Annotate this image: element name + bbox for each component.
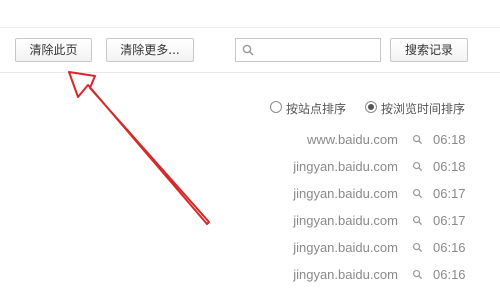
sort-by-time-label: 按浏览时间排序: [381, 102, 466, 116]
history-row[interactable]: jingyan.baidu.com 06:17: [250, 211, 500, 231]
history-domain[interactable]: jingyan.baidu.com: [293, 240, 398, 255]
toolbar-divider: [0, 72, 500, 73]
clear-more-button[interactable]: 清除更多...: [106, 38, 194, 62]
history-time: 06:16: [433, 267, 466, 282]
search-records-button[interactable]: 搜索记录: [390, 38, 468, 62]
search-site-icon[interactable]: [412, 269, 423, 280]
search-site-icon[interactable]: [412, 242, 423, 253]
history-domain[interactable]: jingyan.baidu.com: [293, 186, 398, 201]
sort-by-site-label: 按站点排序: [286, 102, 347, 116]
history-time: 06:18: [433, 159, 466, 174]
history-domain[interactable]: jingyan.baidu.com: [293, 159, 398, 174]
sort-by-time-radio[interactable]: [365, 101, 377, 113]
annotation-arrow-shape: [68, 71, 210, 225]
history-time: 06:17: [433, 186, 466, 201]
history-domain[interactable]: jingyan.baidu.com: [293, 213, 398, 228]
history-row[interactable]: jingyan.baidu.com 06:18: [250, 157, 500, 177]
clear-page-button[interactable]: 清除此页: [15, 38, 92, 62]
history-domain[interactable]: jingyan.baidu.com: [293, 267, 398, 282]
search-icon: [242, 44, 254, 56]
history-row[interactable]: www.baidu.com 06:18: [250, 130, 500, 150]
history-time: 06:18: [433, 132, 466, 147]
search-field[interactable]: [235, 38, 381, 62]
search-input[interactable]: [258, 41, 376, 59]
history-row[interactable]: jingyan.baidu.com 06:16: [250, 265, 500, 285]
top-divider: [0, 27, 500, 28]
history-row[interactable]: jingyan.baidu.com 06:16: [250, 238, 500, 258]
sort-by-site-radio[interactable]: [270, 101, 282, 113]
search-site-icon[interactable]: [412, 161, 423, 172]
history-time: 06:17: [433, 213, 466, 228]
history-domain[interactable]: www.baidu.com: [307, 132, 398, 147]
history-row[interactable]: jingyan.baidu.com 06:17: [250, 184, 500, 204]
search-site-icon[interactable]: [412, 215, 423, 226]
history-time: 06:16: [433, 240, 466, 255]
search-site-icon[interactable]: [412, 134, 423, 145]
search-site-icon[interactable]: [412, 188, 423, 199]
